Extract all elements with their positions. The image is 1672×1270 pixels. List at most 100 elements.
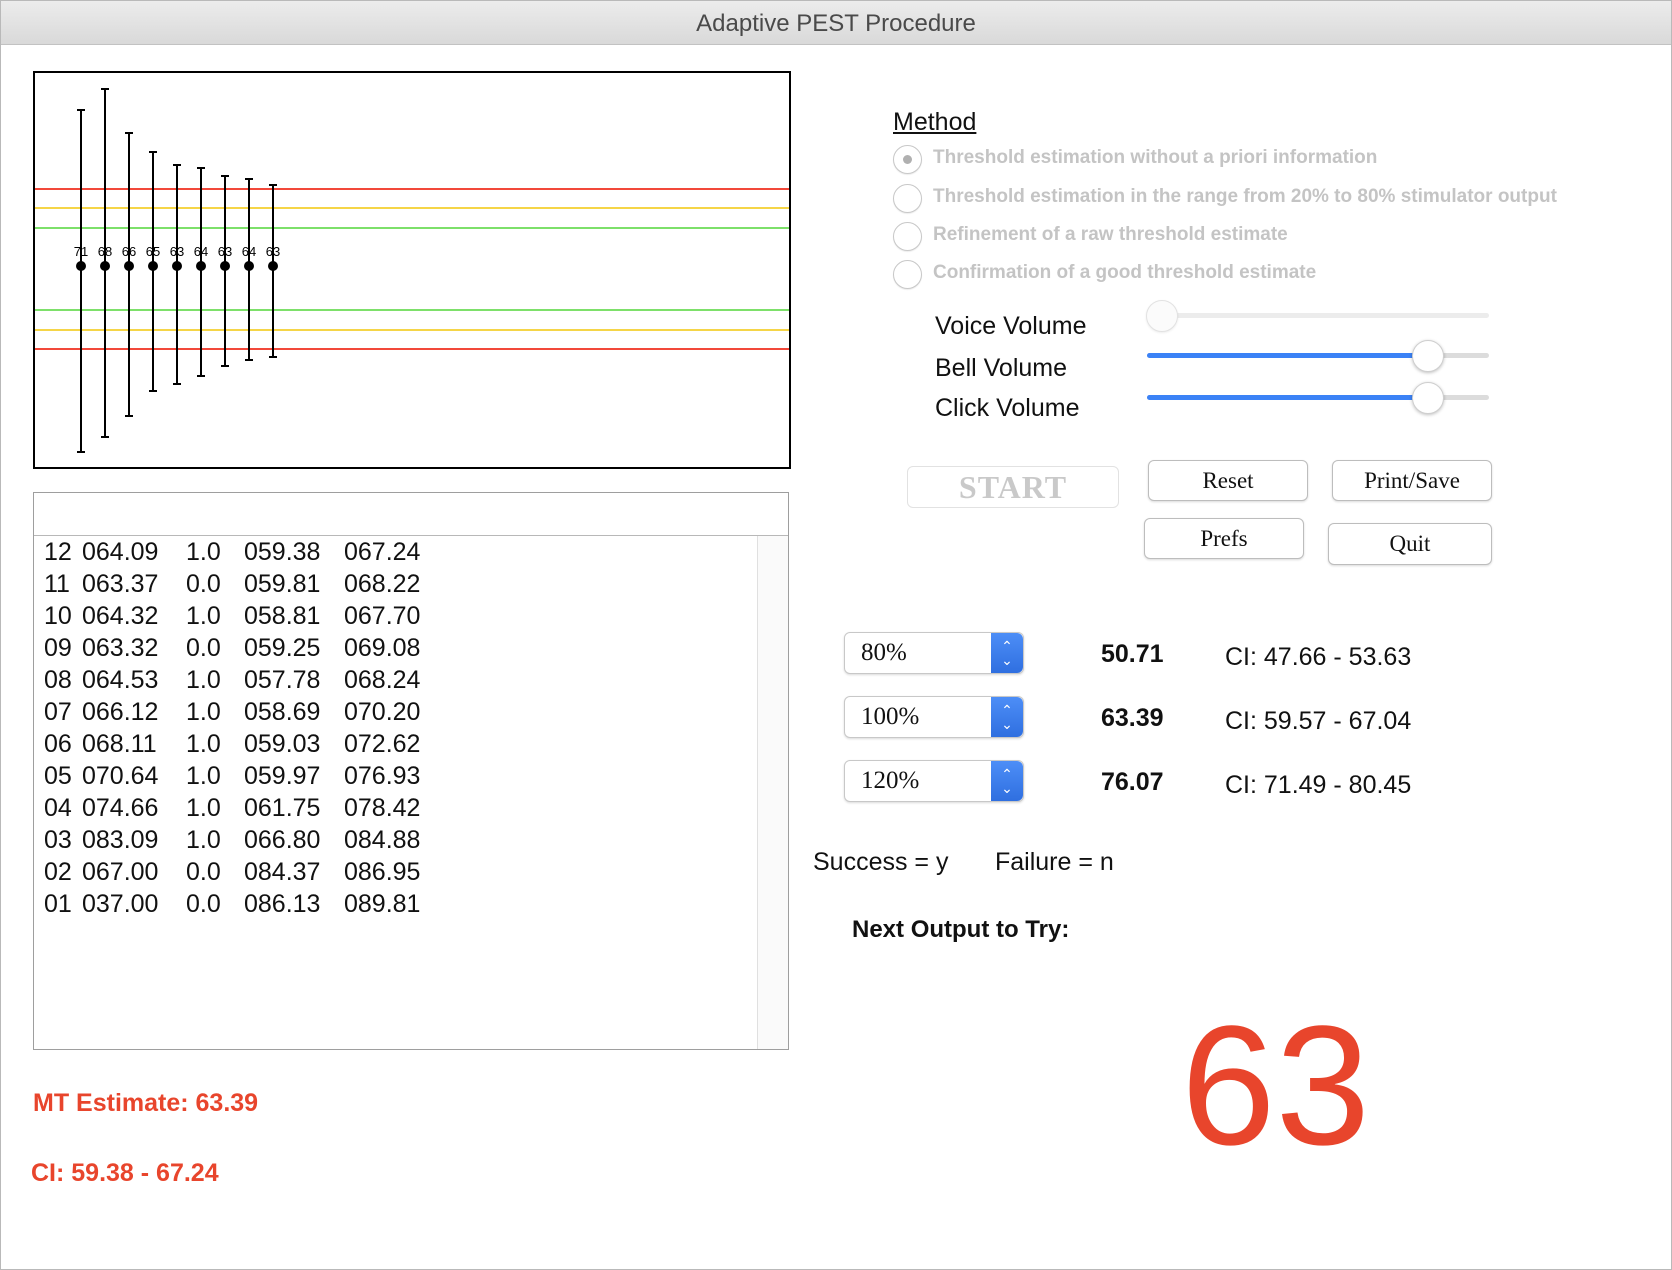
quit-button[interactable]: Quit: [1328, 523, 1492, 565]
table-cell: 10: [44, 602, 72, 630]
table-cell: 07: [44, 698, 72, 726]
prefs-button[interactable]: Prefs: [1144, 518, 1304, 559]
table-cell: 01: [44, 890, 72, 918]
table-cell: 067.00: [82, 858, 159, 886]
table-cell: 068.24: [344, 666, 421, 694]
table-cell: 070.64: [82, 762, 159, 790]
method-option-refinement[interactable]: Refinement of a raw threshold estimate: [893, 219, 1671, 253]
method-option-no-prior[interactable]: Threshold estimation without a priori in…: [893, 142, 1671, 176]
reset-button[interactable]: Reset: [1148, 460, 1308, 501]
point-label: 68: [98, 244, 112, 259]
method-option-label: Threshold estimation without a priori in…: [933, 147, 1378, 168]
estimate-ci: CI: 59.38 - 67.24: [31, 1159, 219, 1187]
chevron-updown-icon[interactable]: ⌃ ⌄: [991, 761, 1023, 801]
table-row: 07 066.12 1.0 058.69 070.20: [44, 696, 444, 728]
point-label: 66: [122, 244, 136, 259]
slider-knob[interactable]: [1412, 382, 1445, 414]
table-cell: 078.42: [344, 794, 421, 822]
point-label: 63: [170, 244, 184, 259]
point-label: 64: [194, 244, 208, 259]
chevron-updown-icon[interactable]: ⌃ ⌄: [991, 633, 1023, 673]
result-value-120: 76.07: [1101, 768, 1164, 796]
table-cell: 1.0: [186, 762, 221, 790]
table-cell: 03: [44, 826, 72, 854]
estimate-point: [100, 261, 110, 271]
result-ci-120: CI: 71.49 - 80.45: [1225, 771, 1412, 799]
table-row: 09 063.32 0.0 059.25 069.08: [44, 632, 444, 664]
table-cell: 1.0: [186, 602, 221, 630]
table-cell: 064.32: [82, 602, 159, 630]
table-cell: 0.0: [186, 858, 221, 886]
table-cell: 058.69: [244, 698, 321, 726]
trial-log[interactable]: 12 064.09 1.0 059.38 067.24 11 063.37 0.0 059.81…: [33, 492, 789, 1050]
table-cell: 057.78: [244, 666, 321, 694]
radio-icon[interactable]: [893, 222, 922, 251]
table-cell: 1.0: [186, 730, 221, 758]
table-row: 05 070.64 1.0 059.97 076.93: [44, 760, 444, 792]
table-row: 03 083.09 1.0 066.80 084.88: [44, 824, 444, 856]
percent-select-value: 120%: [861, 767, 920, 794]
trial-log-scrollbar[interactable]: [757, 536, 788, 1049]
radio-icon[interactable]: [893, 184, 922, 213]
table-row: 06 068.11 1.0 059.03 072.62: [44, 728, 444, 760]
table-cell: 09: [44, 634, 72, 662]
point-label: 64: [242, 244, 256, 259]
title-bar: Adaptive PEST Procedure: [1, 1, 1671, 45]
table-cell: 02: [44, 858, 72, 886]
table-cell: 063.32: [82, 634, 159, 662]
window-title: Adaptive PEST Procedure: [696, 10, 976, 37]
table-cell: 11: [44, 570, 70, 598]
success-key-label: Success = y: [813, 848, 949, 876]
table-cell: 084.88: [344, 826, 421, 854]
radio-selected-icon[interactable]: [893, 145, 922, 174]
table-cell: 067.24: [344, 538, 421, 566]
percent-select-80[interactable]: 80% ⌃ ⌄: [844, 632, 1024, 674]
slider-knob[interactable]: [1412, 340, 1445, 372]
table-cell: 06: [44, 730, 72, 758]
start-button[interactable]: START: [907, 466, 1119, 508]
table-cell: 08: [44, 666, 72, 694]
table-cell: 1.0: [186, 826, 221, 854]
table-row: 02 067.00 0.0 084.37 086.95: [44, 856, 444, 888]
result-ci-100: CI: 59.57 - 67.04: [1225, 707, 1412, 735]
table-cell: 089.81: [344, 890, 421, 918]
table-cell: 1.0: [186, 666, 221, 694]
result-ci-80: CI: 47.66 - 53.63: [1225, 643, 1412, 671]
click-volume-slider[interactable]: [1147, 382, 1489, 414]
point-label: 63: [266, 244, 280, 259]
chevron-updown-icon[interactable]: ⌃ ⌄: [991, 697, 1023, 737]
bell-volume-slider[interactable]: [1147, 340, 1489, 372]
table-cell: 1.0: [186, 794, 221, 822]
table-cell: 059.81: [244, 570, 321, 598]
percent-select-120[interactable]: 120% ⌃ ⌄: [844, 760, 1024, 802]
radio-icon[interactable]: [893, 260, 922, 289]
table-cell: 064.53: [82, 666, 159, 694]
table-row: 04 074.66 1.0 061.75 078.42: [44, 792, 444, 824]
voice-volume-slider[interactable]: [1145, 300, 1489, 332]
method-option-confirmation[interactable]: Confirmation of a good threshold estimat…: [893, 257, 1671, 291]
table-cell: 04: [44, 794, 72, 822]
method-title: Method: [893, 108, 977, 136]
table-cell: 068.22: [344, 570, 421, 598]
method-option-range[interactable]: Threshold estimation in the range from 2…: [893, 181, 1671, 215]
table-cell: 059.25: [244, 634, 321, 662]
failure-key-label: Failure = n: [995, 848, 1114, 876]
slider-knob[interactable]: [1145, 300, 1178, 332]
table-cell: 061.75: [244, 794, 321, 822]
table-cell: 066.80: [244, 826, 321, 854]
table-row: 11 063.37 0.0 059.81 068.22: [44, 568, 444, 600]
table-cell: 063.37: [82, 570, 159, 598]
table-cell: 0.0: [186, 890, 221, 918]
click-volume-label: Click Volume: [935, 394, 1080, 422]
table-cell: 064.09: [82, 538, 159, 566]
table-cell: 084.37: [244, 858, 321, 886]
result-value-80: 50.71: [1101, 640, 1164, 668]
estimate-point: [124, 261, 134, 271]
table-cell: 05: [44, 762, 72, 790]
table-cell: 0.0: [186, 634, 221, 662]
print-save-button[interactable]: Print/Save: [1332, 460, 1492, 501]
table-cell: 059.03: [244, 730, 321, 758]
voice-volume-label: Voice Volume: [935, 312, 1087, 340]
table-row: 01 037.00 0.0 086.13 089.81: [44, 888, 444, 920]
percent-select-100[interactable]: 100% ⌃ ⌄: [844, 696, 1024, 738]
